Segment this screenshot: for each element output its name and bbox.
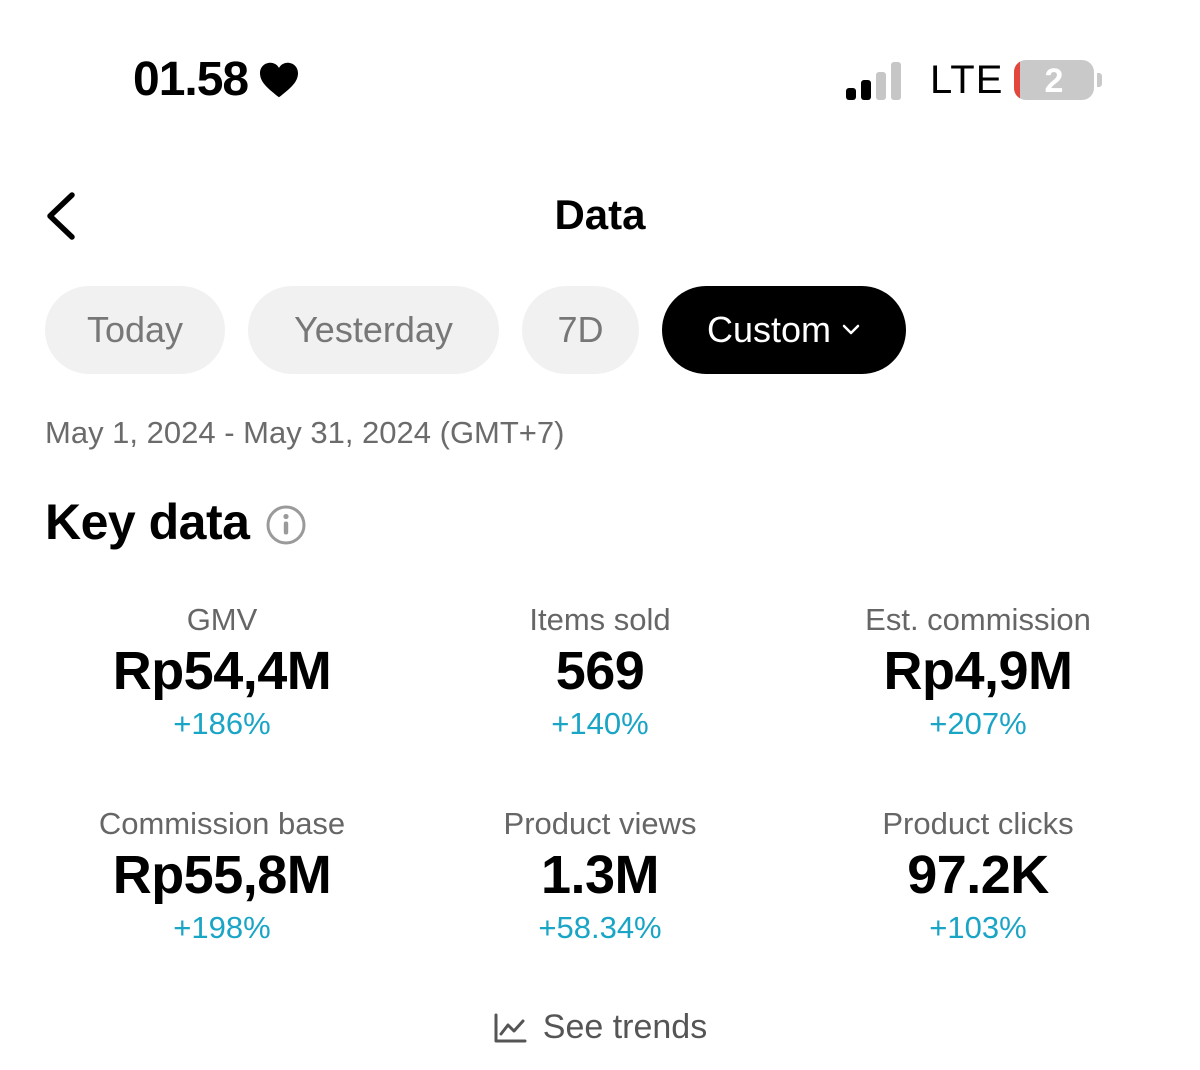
metric-delta: +140% [551, 706, 649, 741]
filter-today-button[interactable]: Today [45, 286, 225, 374]
metric-product-views[interactable]: Product views 1.3M +58.34% [410, 806, 790, 946]
metric-label: Product views [503, 806, 697, 841]
battery-level: 2 [1044, 62, 1064, 100]
nav-header: Data [0, 175, 1200, 255]
clock-time: 01.58 [133, 53, 249, 106]
metric-label: GMV [186, 602, 258, 637]
battery-icon: 2 [1014, 60, 1094, 100]
heart-icon [260, 62, 299, 97]
metric-value: 1.3M [540, 845, 660, 905]
signal-strength-icon [846, 62, 901, 100]
network-type: LTE [930, 58, 1004, 102]
metric-value: Rp55,8M [112, 845, 332, 905]
metric-label: Product clicks [882, 806, 1074, 841]
metric-gmv[interactable]: GMV Rp54,4M +186% [32, 602, 412, 742]
metric-est-commission[interactable]: Est. commission Rp4,9M +207% [788, 602, 1168, 742]
filter-yesterday-button[interactable]: Yesterday [248, 286, 499, 374]
filter-custom-label: Custom [706, 309, 832, 350]
see-trends-label: See trends [542, 1008, 708, 1046]
page-title: Data [554, 191, 646, 238]
key-data-heading: Key data [45, 493, 307, 551]
trend-chart-icon [494, 1013, 527, 1042]
metric-commission-base[interactable]: Commission base Rp55,8M +198% [32, 806, 412, 946]
metric-items-sold[interactable]: Items sold 569 +140% [410, 602, 790, 742]
metric-delta: +103% [929, 910, 1027, 945]
info-icon[interactable] [265, 504, 307, 546]
metric-delta: +58.34% [538, 910, 662, 945]
date-range-label: May 1, 2024 - May 31, 2024 (GMT+7) [45, 415, 565, 450]
key-data-title: Key data [45, 494, 250, 550]
date-filter-chips: Today Yesterday 7D Custom [45, 286, 906, 374]
metric-delta: +207% [929, 706, 1027, 741]
metric-label: Items sold [529, 602, 671, 637]
metric-label: Est. commission [865, 602, 1091, 637]
filter-custom-dropdown[interactable]: Custom [662, 286, 906, 374]
see-trends-button[interactable]: See trends [0, 1008, 1200, 1047]
metric-product-clicks[interactable]: Product clicks 97.2K +103% [788, 806, 1168, 946]
metric-label: Commission base [98, 806, 346, 841]
metric-value: Rp4,9M [883, 641, 1073, 701]
metric-value: 97.2K [907, 845, 1049, 905]
status-bar: 01.58 LTE 2 [0, 0, 1200, 150]
chevron-down-icon [842, 324, 860, 335]
clock: 01.58 [133, 52, 300, 107]
metric-delta: +186% [173, 706, 271, 741]
filter-7d-button[interactable]: 7D [522, 286, 639, 374]
metric-value: 569 [555, 641, 645, 701]
battery-cap [1097, 73, 1102, 87]
metric-value: Rp54,4M [112, 641, 332, 701]
metric-delta: +198% [173, 910, 271, 945]
